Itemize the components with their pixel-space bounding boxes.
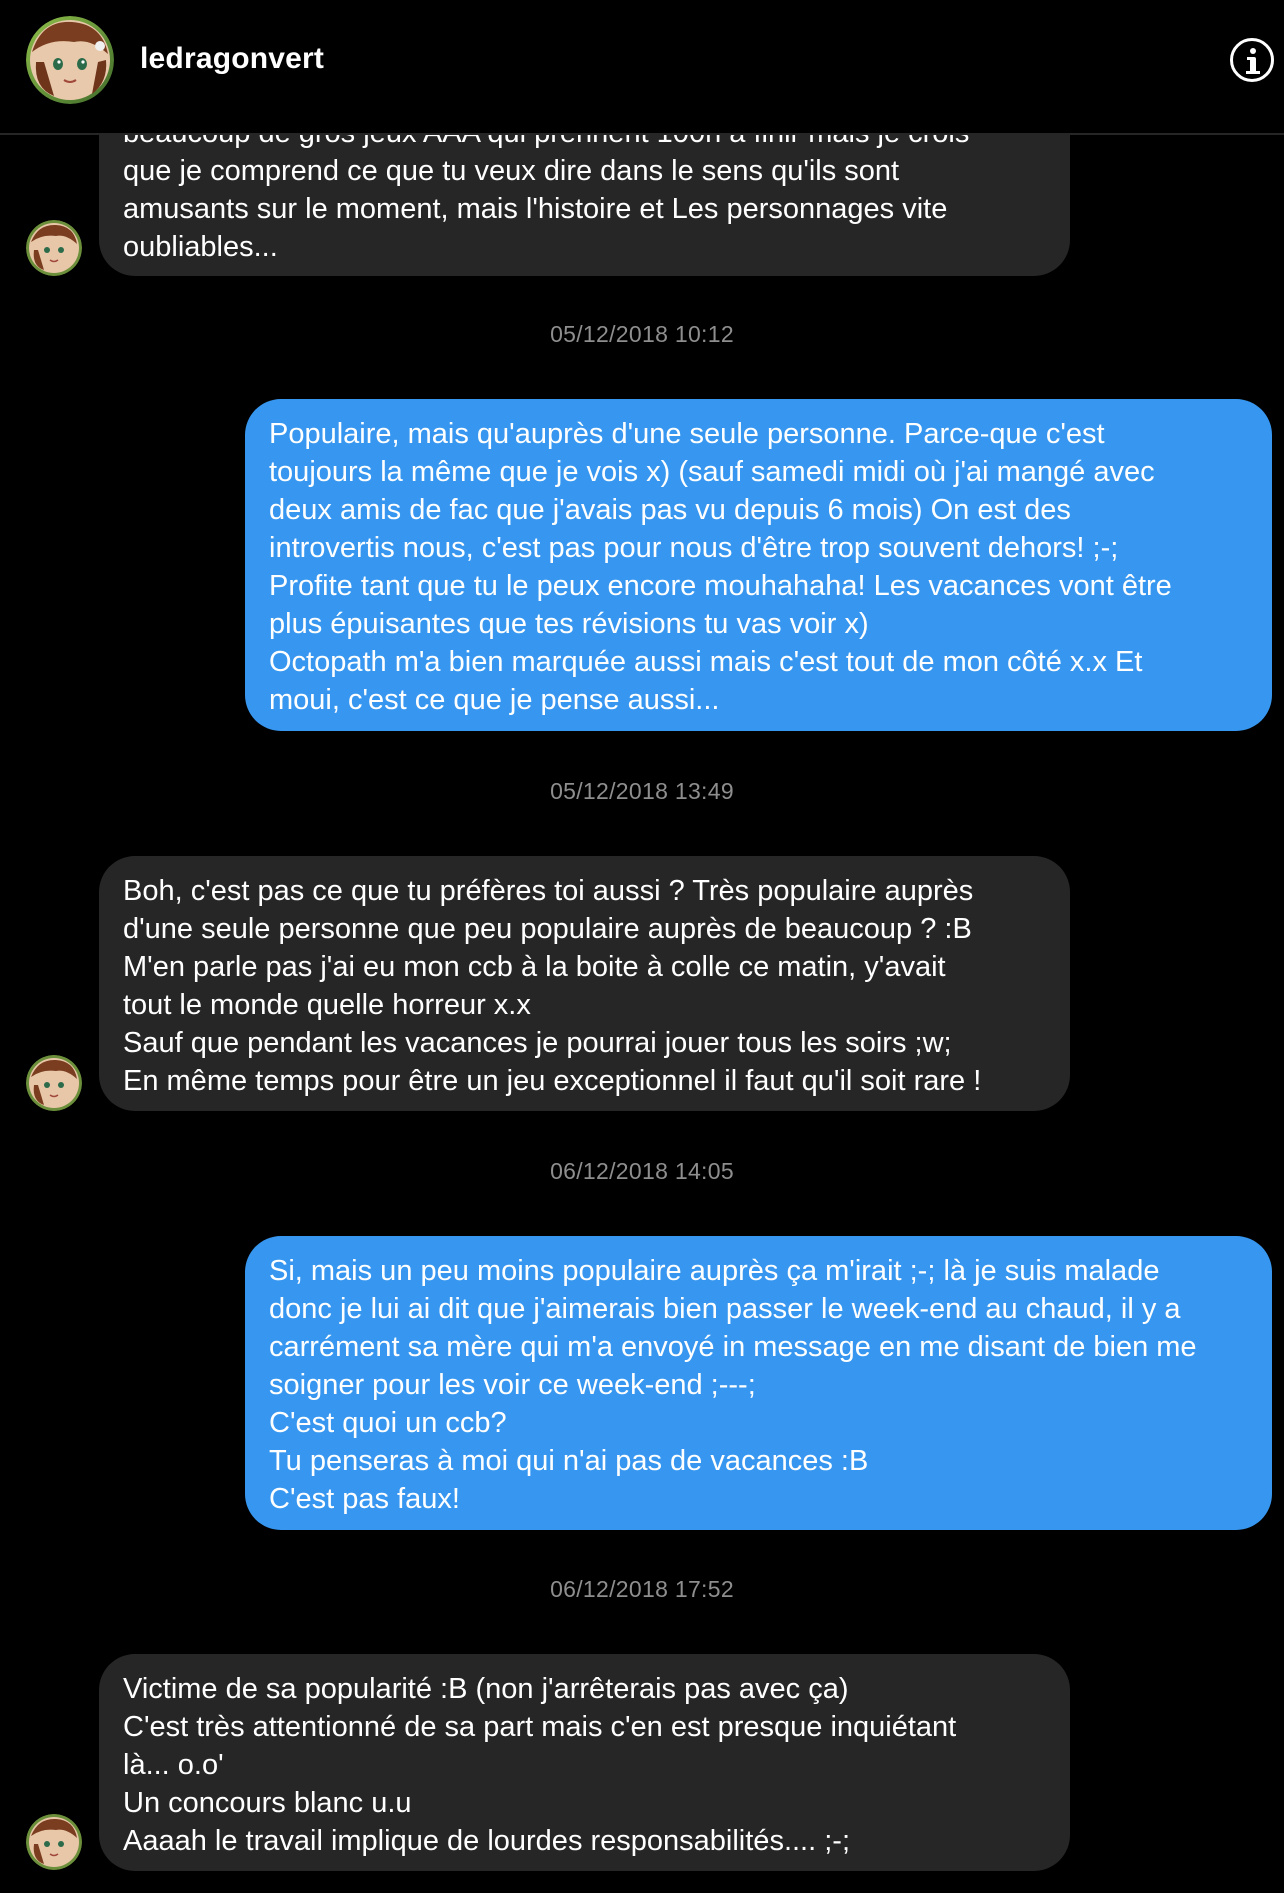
outgoing-message[interactable]: Si, mais un peu moins populaire auprès ç…: [245, 1236, 1272, 1530]
sender-avatar-icon[interactable]: [26, 220, 82, 276]
message-line: amusants sur le moment, mais l'histoire …: [123, 193, 948, 225]
profile-avatar-icon[interactable]: [26, 16, 114, 104]
message-line: tout le monde quelle horreur x.x: [123, 989, 531, 1021]
message-thread: beaucoup de gros jeux AAA qui prennent 1…: [0, 0, 1284, 1893]
message-line: plus épuisantes que tes révisions tu vas…: [269, 608, 869, 640]
message-timestamp: 05/12/2018 10:12: [550, 321, 734, 347]
chat-header: ledragonvert: [0, 0, 1284, 135]
message-line: C'est très attentionné de sa part mais c…: [123, 1711, 957, 1743]
sender-avatar-icon[interactable]: [26, 1055, 82, 1111]
message-line: là... o.o': [123, 1749, 224, 1781]
chat-username[interactable]: ledragonvert: [140, 42, 324, 76]
outgoing-message[interactable]: Populaire, mais qu'auprès d'une seule pe…: [245, 399, 1272, 731]
message-timestamp: 06/12/2018 14:05: [550, 1158, 734, 1184]
message-line: carrément sa mère qui m'a envoyé in mess…: [269, 1331, 1197, 1363]
message-line: M'en parle pas j'ai eu mon ccb à la boit…: [123, 951, 946, 983]
message-line: soigner pour les voir ce week-end ;---;: [269, 1369, 756, 1401]
message-line: deux amis de fac que j'avais pas vu depu…: [269, 494, 1071, 526]
message-line: moui, c'est ce que je pense aussi...: [269, 684, 720, 716]
message-line: que je comprend ce que tu veux dire dans…: [123, 155, 900, 187]
message-line: Si, mais un peu moins populaire auprès ç…: [269, 1255, 1160, 1287]
message-line: Populaire, mais qu'auprès d'une seule pe…: [269, 418, 1105, 450]
info-icon[interactable]: [1230, 38, 1274, 82]
message-line: C'est pas faux!: [269, 1483, 460, 1515]
message-line: introvertis nous, c'est pas pour nous d'…: [269, 532, 1119, 564]
message-line: Sauf que pendant les vacances je pourrai…: [123, 1027, 952, 1059]
message-line: Un concours blanc u.u: [123, 1787, 412, 1819]
message-line: En même temps pour être un jeu exception…: [123, 1065, 982, 1097]
incoming-message[interactable]: Victime de sa popularité :B (non j'arrêt…: [99, 1654, 1070, 1871]
message-line: Octopath m'a bien marquée aussi mais c'e…: [269, 646, 1143, 678]
message-line: Tu penseras à moi qui n'ai pas de vacanc…: [269, 1445, 869, 1477]
message-line: Profite tant que tu le peux encore mouha…: [269, 570, 1172, 602]
message-line: Aaaah le travail implique de lourdes res…: [123, 1825, 850, 1857]
message-line: C'est quoi un ccb?: [269, 1407, 507, 1439]
message-line: Boh, c'est pas ce que tu préfères toi au…: [123, 875, 974, 907]
message-line: toujours la même que je vois x) (sauf sa…: [269, 456, 1155, 488]
message-timestamp: 06/12/2018 17:52: [550, 1576, 734, 1602]
message-line: Victime de sa popularité :B (non j'arrêt…: [123, 1673, 849, 1705]
incoming-message[interactable]: Boh, c'est pas ce que tu préfères toi au…: [99, 856, 1070, 1111]
sender-avatar-icon[interactable]: [26, 1814, 82, 1870]
message-line: donc je lui ai dit que j'aimerais bien p…: [269, 1293, 1181, 1325]
message-line: d'une seule personne que peu populaire a…: [123, 913, 972, 945]
message-line: oubliables...: [123, 231, 278, 263]
message-timestamp: 05/12/2018 13:49: [550, 778, 734, 804]
